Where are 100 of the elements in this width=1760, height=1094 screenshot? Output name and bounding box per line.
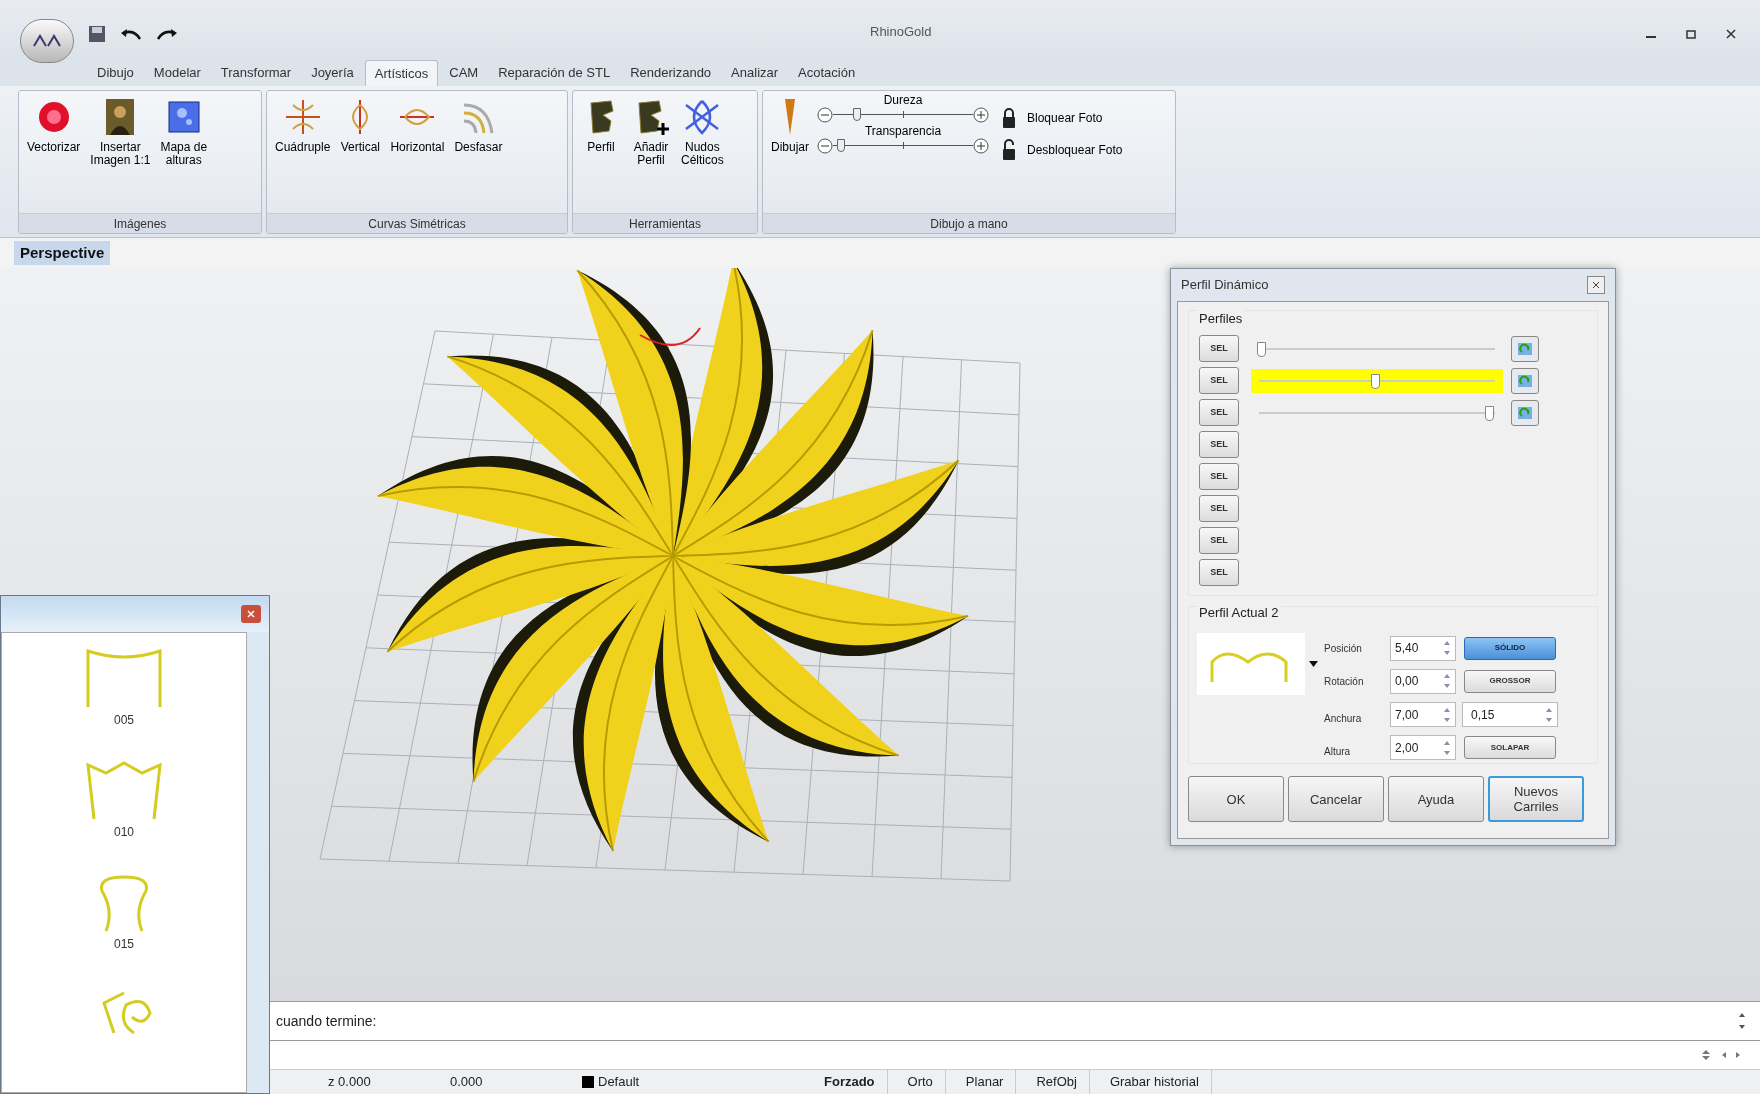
ribbon-tab[interactable]: Dibujo: [88, 60, 143, 86]
ribbon-tool-button[interactable]: Vertical: [338, 97, 383, 154]
app-logo-button[interactable]: [20, 19, 74, 63]
coordinate-readout: z 0.000: [328, 1073, 372, 1092]
profile-item[interactable]: 005: [74, 647, 174, 729]
field-label: Rotación: [1324, 674, 1365, 689]
dialog-button[interactable]: Cancelar: [1288, 776, 1384, 822]
ribbon-tab[interactable]: Acotación: [789, 60, 865, 86]
snap-toggle[interactable]: Planar: [953, 1070, 1017, 1094]
slider-thumb[interactable]: [1371, 373, 1380, 389]
minus-icon[interactable]: [817, 138, 833, 154]
select-button[interactable]: SEL: [1199, 367, 1239, 394]
ribbon-tab[interactable]: Modelar: [144, 60, 210, 86]
refresh-profile-button[interactable]: [1511, 335, 1539, 362]
close-icon: [247, 610, 255, 618]
profile-item[interactable]: 010: [74, 759, 174, 841]
slider[interactable]: [833, 139, 973, 153]
ribbon-tab[interactable]: Analizar: [722, 60, 788, 86]
flat-arch-profile-icon: [84, 647, 164, 709]
refresh-icon: [1517, 372, 1533, 389]
ribbon-tool-button[interactable]: Mapa de alturas: [158, 97, 210, 167]
photo-lock-button[interactable]: Desbloquear Foto: [1001, 139, 1123, 161]
redo-icon[interactable]: [156, 27, 178, 41]
slider-thumb[interactable]: [836, 139, 845, 152]
logo-icon: [32, 34, 62, 48]
ribbon-tool-button[interactable]: Perfil: [579, 97, 623, 154]
select-button[interactable]: SEL: [1199, 463, 1239, 490]
coordinate-readout: 0.000: [450, 1073, 484, 1092]
snap-toggle[interactable]: Orto: [895, 1070, 946, 1094]
select-button[interactable]: SEL: [1199, 335, 1239, 362]
layer-name[interactable]: Default: [598, 1072, 640, 1092]
refresh-profile-button[interactable]: [1511, 367, 1539, 394]
ribbon-tool-button[interactable]: Horizontal: [388, 97, 447, 154]
select-button[interactable]: SEL: [1199, 527, 1239, 554]
dialog-button[interactable]: Ayuda: [1388, 776, 1484, 822]
ribbon-tool-button[interactable]: Insertar Imagen 1:1: [88, 97, 153, 167]
ribbon-tool-button[interactable]: Cuádruple: [273, 97, 333, 154]
crown-profile-icon: [84, 759, 164, 821]
viewport-label[interactable]: Perspective: [14, 241, 111, 265]
number-field[interactable]: 0,00: [1390, 668, 1456, 694]
ribbon-tool-button[interactable]: Nudos Célticos: [679, 97, 726, 167]
minus-icon[interactable]: [817, 107, 833, 123]
snap-toggle[interactable]: RefObj: [1024, 1070, 1090, 1094]
slider-label: Dureza: [883, 93, 923, 107]
select-button[interactable]: SEL: [1199, 495, 1239, 522]
profile-slider[interactable]: [1251, 368, 1503, 393]
ribbon-tool-button[interactable]: Vectorizar: [25, 97, 83, 154]
ribbon-tab[interactable]: Renderizando: [621, 60, 721, 86]
snap-toggle[interactable]: Forzado: [812, 1070, 888, 1094]
snap-toggle[interactable]: Grabar historial: [1097, 1070, 1212, 1094]
scroll-arrows-icon: [1700, 1048, 1740, 1062]
photo-lock-button[interactable]: Bloquear Foto: [1001, 107, 1123, 129]
command-prompt: cuando termine:: [276, 1011, 377, 1031]
select-button[interactable]: SEL: [1199, 399, 1239, 426]
padlock-icon: [1001, 107, 1017, 129]
toggle-button[interactable]: GROSSOR: [1464, 669, 1556, 693]
ribbon-tab[interactable]: Joyería: [302, 60, 363, 86]
ribbon-tool-button[interactable]: Añadir Perfil: [629, 97, 673, 167]
ribbon-tool-button[interactable]: Dibujar: [769, 97, 811, 154]
toggle-button[interactable]: SOLAPAR: [1464, 736, 1556, 760]
unlocked-padlock-icon: [1001, 139, 1017, 161]
plus-icon[interactable]: [973, 138, 989, 154]
scroll-arrows-icon[interactable]: [1738, 1011, 1746, 1031]
field-label: Anchura: [1324, 712, 1363, 727]
close-icon: [1592, 281, 1600, 289]
curve-marker: [639, 327, 701, 346]
number-field[interactable]: 2,00: [1390, 735, 1456, 761]
select-button[interactable]: SEL: [1199, 559, 1239, 586]
dialog-button[interactable]: Nuevos Carriles: [1488, 776, 1584, 822]
save-icon[interactable]: [88, 25, 106, 43]
number-field[interactable]: 0,15: [1462, 702, 1558, 728]
close-icon[interactable]: [1726, 29, 1736, 39]
group-title: Dibujo a mano: [763, 213, 1175, 233]
dropdown-arrow-icon[interactable]: [1309, 661, 1318, 667]
slider-thumb[interactable]: [1485, 405, 1494, 421]
undo-icon[interactable]: [120, 27, 142, 41]
group-title: Curvas Simétricas: [267, 213, 567, 233]
slider[interactable]: [833, 108, 973, 122]
slider-thumb[interactable]: [852, 108, 861, 121]
close-button[interactable]: [1587, 276, 1605, 294]
plus-icon[interactable]: [973, 107, 989, 123]
toggle-button[interactable]: SÓLIDO: [1464, 636, 1556, 660]
ribbon-tab[interactable]: Artísticos: [364, 60, 439, 86]
slider-thumb[interactable]: [1257, 341, 1266, 357]
number-field[interactable]: 5,40: [1390, 635, 1456, 661]
profile-item[interactable]: 015: [74, 871, 174, 953]
window-title: RhinoGold: [870, 23, 932, 41]
slider-label: Transparencia: [864, 124, 942, 138]
ribbon-tab[interactable]: CAM: [440, 60, 488, 86]
ribbon-tab[interactable]: Reparación de STL: [489, 60, 620, 86]
group-title: Herramientas: [573, 213, 757, 233]
select-button[interactable]: SEL: [1199, 431, 1239, 458]
ribbon-tool-button[interactable]: Desfasar: [452, 97, 505, 154]
close-button[interactable]: [241, 605, 261, 623]
refresh-profile-button[interactable]: [1511, 399, 1539, 426]
maximize-icon[interactable]: [1686, 29, 1696, 39]
ribbon-tab[interactable]: Transformar: [211, 60, 301, 86]
number-field[interactable]: 7,00: [1390, 702, 1456, 728]
dialog-button[interactable]: OK: [1188, 776, 1284, 822]
group-title: Imágenes: [19, 213, 261, 233]
